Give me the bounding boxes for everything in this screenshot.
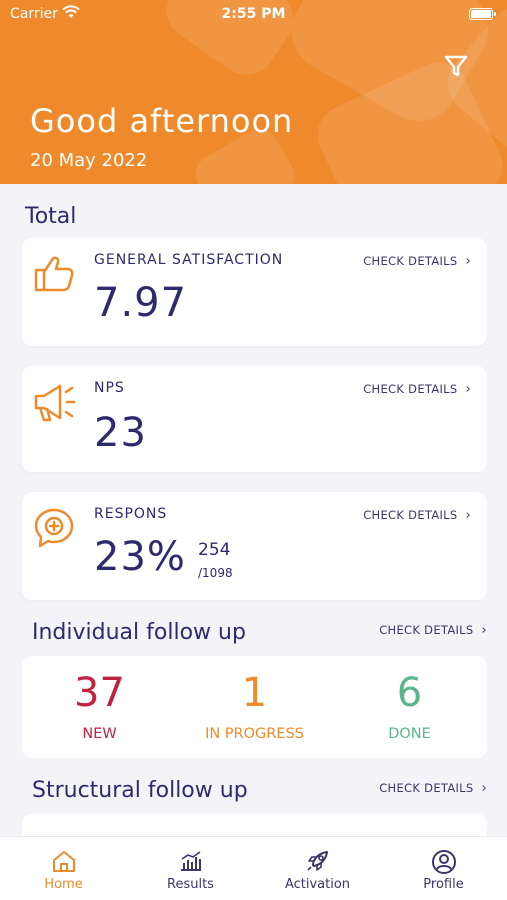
chevron-right-icon: ›: [481, 623, 487, 638]
tab-profile-label: Profile: [423, 877, 464, 892]
respons-card[interactable]: RESPONS 23% 254 /1098 CHECK DETAILS ›: [22, 492, 487, 600]
rocket-icon: [306, 851, 328, 871]
stat-done-label: DONE: [388, 726, 431, 742]
chat-plus-icon: [34, 508, 74, 548]
stat-new-value: 37: [74, 670, 125, 716]
battery-icon: [469, 8, 496, 20]
general-satisfaction-value: 7.97: [94, 280, 188, 326]
tab-home[interactable]: Home: [0, 837, 127, 900]
respons-total: /1098: [198, 566, 233, 580]
check-details-label: CHECK DETAILS: [363, 508, 458, 522]
chevron-right-icon: ›: [465, 382, 471, 397]
chevron-right-icon: ›: [465, 254, 471, 269]
tab-profile[interactable]: Profile: [380, 837, 507, 900]
home-icon: [52, 851, 75, 872]
header: Carrier 2:55 PM Good afternoon 20 May 20…: [0, 0, 507, 184]
chevron-right-icon: ›: [481, 781, 487, 796]
stat-done[interactable]: 6 DONE: [332, 656, 487, 742]
tab-activation-label: Activation: [284, 877, 351, 892]
general-satisfaction-check-details-link[interactable]: CHECK DETAILS ›: [363, 254, 471, 269]
check-details-label: CHECK DETAILS: [363, 254, 458, 268]
stat-done-value: 6: [396, 670, 423, 716]
chart-icon: [180, 851, 201, 871]
tab-results-label: Results: [167, 877, 214, 892]
check-details-label: CHECK DETAILS: [379, 623, 474, 637]
structural-followup-title: Structural follow up: [32, 778, 248, 803]
status-time: 2:55 PM: [221, 6, 286, 22]
individual-followup-card[interactable]: 37 NEW 1 IN PROGRESS 6 DONE: [22, 656, 487, 758]
respons-check-details-link[interactable]: CHECK DETAILS ›: [363, 508, 471, 523]
filter-icon: [444, 55, 468, 77]
nps-label: NPS: [94, 380, 125, 396]
stat-in-progress-label: IN PROGRESS: [205, 726, 304, 742]
individual-check-details-link[interactable]: CHECK DETAILS ›: [379, 623, 487, 638]
general-satisfaction-card[interactable]: GENERAL SATISFACTION 7.97 CHECK DETAILS ›: [22, 238, 487, 346]
general-satisfaction-label: GENERAL SATISFACTION: [94, 252, 284, 268]
stat-in-progress-value: 1: [241, 670, 268, 716]
tab-home-label: Home: [44, 877, 83, 892]
total-section-title: Total: [25, 204, 77, 229]
nps-value: 23: [94, 410, 147, 456]
nps-check-details-link[interactable]: CHECK DETAILS ›: [363, 382, 471, 397]
respons-count: 254: [198, 540, 231, 560]
stat-new[interactable]: 37 NEW: [22, 656, 177, 742]
tab-bar: Home Results Activation Profile: [0, 836, 507, 900]
check-details-label: CHECK DETAILS: [379, 781, 474, 795]
thumbs-up-icon: [34, 256, 74, 292]
stat-new-label: NEW: [82, 726, 117, 742]
filter-button[interactable]: [442, 52, 470, 80]
profile-icon: [431, 850, 456, 874]
current-date: 20 May 2022: [30, 150, 148, 171]
individual-followup-title: Individual follow up: [32, 620, 246, 645]
respons-value: 23%: [94, 534, 186, 580]
chevron-right-icon: ›: [465, 508, 471, 523]
nps-card[interactable]: NPS 23 CHECK DETAILS ›: [22, 366, 487, 472]
structural-check-details-link[interactable]: CHECK DETAILS ›: [379, 781, 487, 796]
megaphone-icon: [34, 384, 76, 422]
status-bar: Carrier 2:55 PM: [0, 0, 507, 28]
respons-label: RESPONS: [94, 506, 168, 522]
tab-results[interactable]: Results: [127, 837, 254, 900]
greeting-title: Good afternoon: [30, 102, 294, 140]
check-details-label: CHECK DETAILS: [363, 382, 458, 396]
tab-activation[interactable]: Activation: [254, 837, 381, 900]
stat-in-progress[interactable]: 1 IN PROGRESS: [177, 656, 332, 742]
